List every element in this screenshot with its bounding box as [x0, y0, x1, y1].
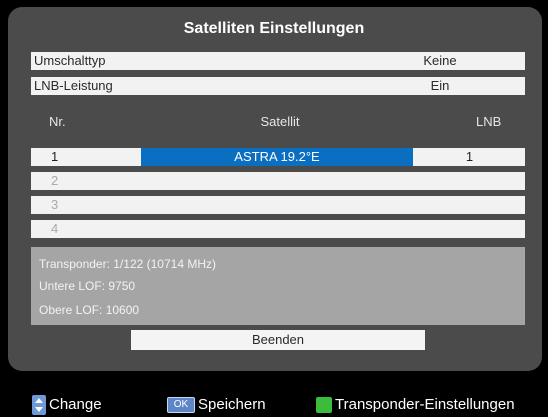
transponder-info: Transponder: 1/122 (10714 MHz)	[39, 257, 216, 271]
column-header-nr: Nr.	[49, 114, 66, 129]
satellite-number: 1	[51, 149, 59, 164]
column-header-lnb: LNB	[476, 114, 502, 129]
tv-screen: Satelliten Einstellungen Umschalttyp Kei…	[0, 0, 548, 417]
setting-label: Umschalttyp	[34, 53, 106, 68]
setting-row-lnb-power[interactable]: LNB-Leistung Ein	[31, 77, 525, 95]
save-hint[interactable]: OK Speichern	[167, 395, 266, 415]
column-header-satellite: Satellit	[260, 114, 300, 129]
setting-label: LNB-Leistung	[34, 78, 113, 93]
setting-value: Ein	[430, 78, 450, 93]
satellite-number: 4	[51, 221, 59, 236]
change-label: Change	[49, 396, 102, 413]
upper-lof-info: Obere LOF: 10600	[39, 303, 140, 317]
up-down-arrow-icon	[32, 395, 46, 416]
transponder-settings-hint[interactable]: Transponder-Einstellungen	[316, 395, 515, 415]
transponder-settings-label: Transponder-Einstellungen	[335, 396, 515, 413]
satellite-row[interactable]: 4	[31, 220, 525, 238]
satellite-row[interactable]: 3	[31, 196, 525, 214]
satellite-lnb: 1	[465, 149, 474, 164]
key-hint-bar: Change OK Speichern Transponder-Einstellu…	[0, 392, 548, 417]
satellite-row[interactable]: 2	[31, 172, 525, 190]
setting-row-switch-type[interactable]: Umschalttyp Keine	[31, 52, 525, 70]
ok-key-icon: OK	[167, 397, 195, 414]
setting-value: Keine	[423, 53, 457, 68]
change-hint[interactable]: Change	[32, 395, 102, 416]
satellite-number: 3	[51, 197, 59, 212]
satellite-name: ASTRA 19.2°E	[141, 148, 413, 166]
transponder-info-box: Transponder: 1/122 (10714 MHz) Untere LO…	[31, 247, 525, 325]
lower-lof-info: Untere LOF: 9750	[39, 279, 136, 293]
satellite-name	[141, 220, 413, 238]
satellite-name	[141, 196, 413, 214]
exit-button[interactable]: Beenden	[131, 330, 425, 350]
page-title: Satelliten Einstellungen	[183, 20, 365, 37]
satellite-row[interactable]: 1 ASTRA 19.2°E 1	[31, 148, 525, 166]
satellite-number: 2	[51, 173, 59, 188]
save-label: Speichern	[198, 396, 266, 413]
satellite-name	[141, 172, 413, 190]
green-key-icon	[316, 397, 332, 414]
